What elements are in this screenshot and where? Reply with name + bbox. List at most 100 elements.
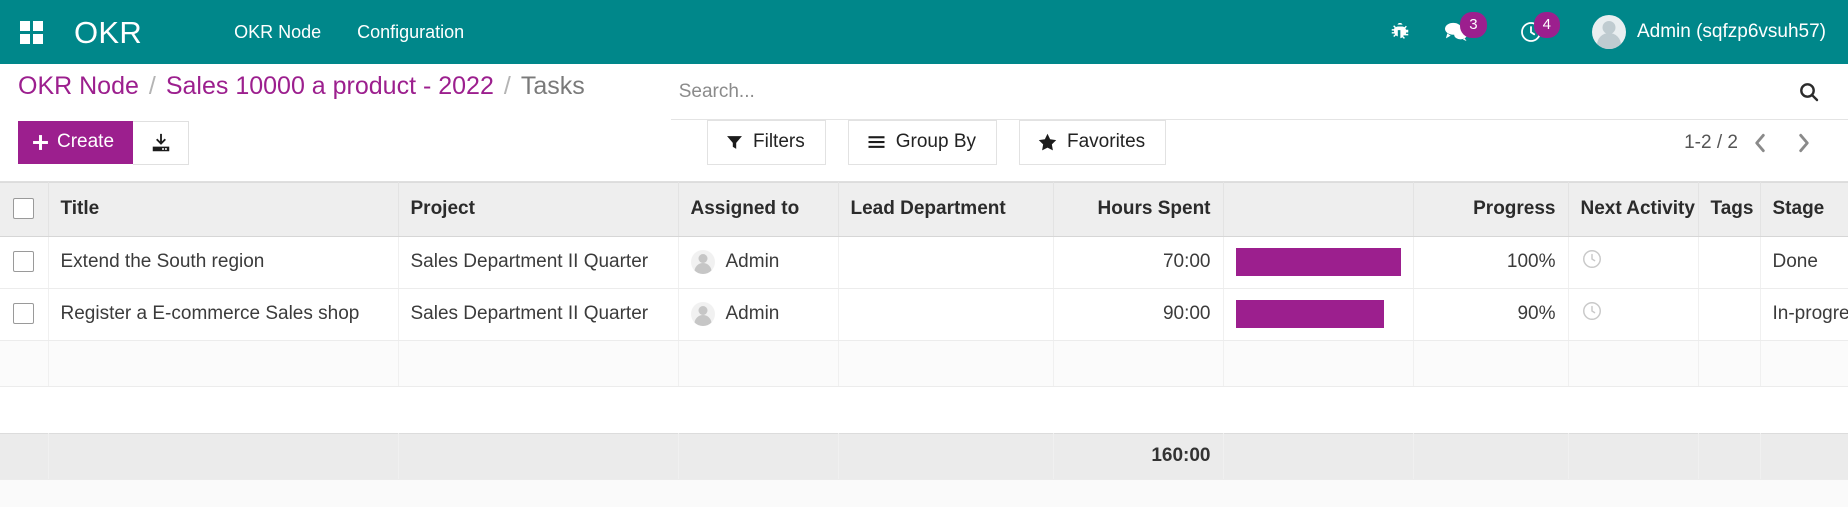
top-navbar: OKR OKR Node Configuration 3 4 Admin (sq… [0, 0, 1848, 64]
tasks-table: Title Project Assigned to Lead Departmen… [0, 182, 1848, 387]
cell-title: Extend the South region [48, 236, 399, 289]
cell-progress-bar [1223, 288, 1414, 341]
row-checkbox[interactable] [13, 251, 35, 273]
progress-bar-fill [1235, 300, 1384, 328]
import-download-icon [152, 133, 169, 151]
breadcrumb-separator: / [148, 72, 156, 100]
favorites-button-label: Favorites [1067, 131, 1146, 152]
cell-next-activity[interactable] [1568, 236, 1699, 289]
chevron-right-icon [1799, 133, 1809, 152]
row-select-cell[interactable] [0, 236, 49, 289]
cell-next-activity[interactable] [1568, 288, 1699, 341]
row-checkbox[interactable] [13, 303, 35, 325]
bug-icon [1392, 22, 1409, 39]
user-avatar-icon [1591, 15, 1626, 49]
cell-lead-department [838, 236, 1054, 289]
select-all-checkbox[interactable] [13, 198, 35, 220]
header-row: Title Project Assigned to Lead Departmen… [0, 182, 1848, 237]
control-panel-top-row: OKR Node / Sales 10000 a product - 2022 … [0, 64, 1848, 120]
group-by-button[interactable]: Group By [847, 120, 997, 165]
user-menu[interactable]: Admin (sqfzp6vsuh57) [1576, 0, 1830, 64]
star-icon [1038, 133, 1057, 151]
row-select-cell[interactable] [0, 288, 49, 341]
create-button[interactable]: Create [18, 121, 134, 164]
column-header-tags[interactable]: Tags [1698, 182, 1761, 237]
cell-lead-department [838, 288, 1054, 341]
column-header-stage[interactable]: Stage [1760, 182, 1848, 237]
breadcrumb-separator: / [503, 72, 511, 100]
filters-button[interactable]: Filters [707, 120, 826, 165]
cell-title: Register a E-commerce Sales shop [48, 288, 399, 341]
nav-item-okr-node[interactable]: OKR Node [216, 2, 339, 63]
assignee: Admin [690, 250, 826, 274]
assignee-avatar-icon [690, 302, 715, 326]
tasks-totals-table: 160:00 [0, 433, 1848, 480]
table-body: Extend the South region Sales Department… [0, 236, 1848, 387]
cell-tags [1698, 236, 1761, 289]
list-view: Title Project Assigned to Lead Departmen… [0, 182, 1848, 507]
favorites-button[interactable]: Favorites [1019, 120, 1167, 165]
column-header-progress-bar[interactable] [1223, 182, 1414, 237]
clock-outline-icon[interactable] [1581, 248, 1603, 270]
table-empty-row [0, 340, 1848, 387]
brand-title[interactable]: OKR [62, 17, 152, 48]
activities-button[interactable]: 4 [1503, 0, 1576, 64]
breadcrumb-item-okr-node[interactable]: OKR Node [18, 72, 139, 101]
control-panel-button-row: Create Filters Group By Favorites 1-2 / … [0, 120, 1848, 181]
column-header-lead-department[interactable]: Lead Department [838, 182, 1054, 237]
cell-project: Sales Department II Quarter [398, 236, 679, 289]
totals-progress-cell [1413, 433, 1569, 480]
pager-next-button[interactable] [1782, 123, 1826, 163]
control-panel: OKR Node / Sales 10000 a product - 2022 … [0, 64, 1848, 182]
totals-next-cell [1568, 433, 1699, 480]
totals-project-cell [398, 433, 679, 480]
column-header-select-all[interactable] [0, 182, 49, 237]
messages-button[interactable]: 3 [1427, 0, 1502, 64]
assignee-avatar-icon [690, 250, 715, 274]
pager-previous-button[interactable] [1738, 123, 1782, 163]
column-header-title[interactable]: Title [48, 182, 399, 237]
cell-progress-bar [1223, 236, 1414, 289]
totals-hours-spent: 160:00 [1053, 433, 1224, 480]
assignee: Admin [690, 302, 826, 326]
table-header: Title Project Assigned to Lead Departmen… [0, 182, 1848, 237]
column-header-next-activity[interactable]: Next Activity [1568, 182, 1699, 237]
pager: 1-2 / 2 [1684, 123, 1830, 163]
grid-apps-icon [19, 20, 43, 44]
breadcrumb-item-record[interactable]: Sales 10000 a product - 2022 [166, 72, 494, 101]
column-header-assigned-to[interactable]: Assigned to [678, 182, 839, 237]
navbar-right-group: 3 4 Admin (sqfzp6vsuh57) [1373, 0, 1830, 64]
totals-title-cell [48, 433, 399, 480]
totals-stage-cell [1760, 433, 1848, 480]
column-header-project[interactable]: Project [398, 182, 679, 237]
search-button[interactable] [1792, 75, 1826, 109]
table-row[interactable]: Register a E-commerce Sales shop Sales D… [0, 288, 1848, 341]
messages-badge: 3 [1460, 12, 1487, 38]
cell-progress: 90% [1413, 288, 1569, 341]
cell-project: Sales Department II Quarter [398, 288, 679, 341]
table-row[interactable]: Extend the South region Sales Department… [0, 236, 1848, 289]
user-name-label: Admin (sqfzp6vsuh57) [1636, 21, 1826, 42]
totals-lead-cell [838, 433, 1054, 480]
list-blank-space [0, 387, 1848, 433]
cell-tags [1698, 288, 1761, 341]
breadcrumb-item-current: Tasks [520, 72, 585, 100]
group-by-button-label: Group By [895, 131, 976, 152]
chevron-left-icon [1755, 133, 1765, 152]
search-icon [1800, 82, 1819, 101]
activities-badge: 4 [1533, 12, 1560, 38]
search-input[interactable] [678, 66, 1792, 117]
filter-button-group: Filters Group By Favorites [707, 120, 1167, 165]
apps-menu-button[interactable] [0, 0, 62, 64]
bug-button[interactable] [1373, 0, 1427, 64]
filters-button-label: Filters [753, 131, 805, 152]
plus-icon [33, 134, 48, 150]
clock-outline-icon[interactable] [1581, 300, 1603, 322]
column-header-progress[interactable]: Progress [1413, 182, 1569, 237]
import-records-button[interactable] [133, 120, 190, 165]
totals-assigned-cell [678, 433, 839, 480]
cell-stage: In-progress [1760, 288, 1848, 341]
column-header-hours-spent[interactable]: Hours Spent [1053, 182, 1224, 237]
table-totals-row: 160:00 [0, 433, 1848, 480]
nav-item-configuration[interactable]: Configuration [339, 2, 482, 63]
